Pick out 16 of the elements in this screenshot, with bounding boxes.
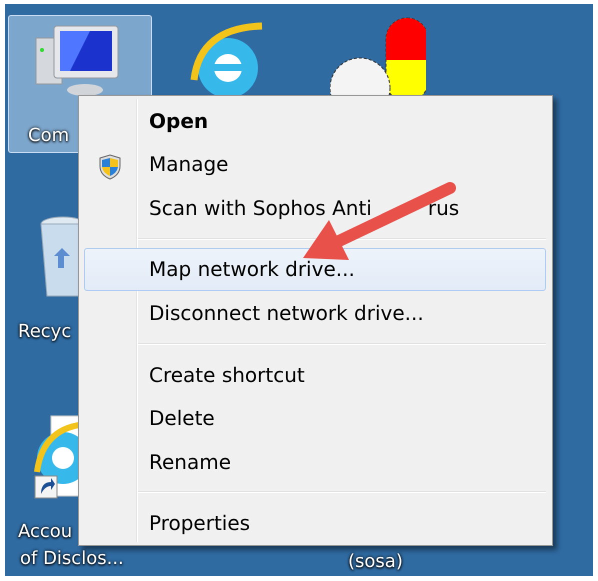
- menu-item[interactable]: Disconnect network drive...: [84, 291, 546, 335]
- icon-label: (sosa): [348, 550, 403, 574]
- shield-icon: [99, 154, 121, 180]
- icon-label: Com: [28, 124, 70, 148]
- covered-text: rus: [428, 196, 460, 220]
- menu-item[interactable]: Delete: [84, 396, 546, 440]
- menu-item[interactable]: Properties: [84, 501, 546, 545]
- icon-label: Recyc: [18, 320, 72, 344]
- menu-item[interactable]: Map network drive...: [84, 248, 546, 292]
- icon-label: of Disclos...: [20, 547, 124, 571]
- icon-label: Accou: [18, 520, 72, 544]
- menu-item[interactable]: Rename: [84, 440, 546, 484]
- menu-item[interactable]: Manage: [84, 142, 546, 186]
- menu-item[interactable]: Create shortcut: [84, 352, 546, 396]
- menu-item[interactable]: Scan with Sophos Anti rus: [84, 186, 546, 230]
- menu-item[interactable]: Open: [84, 99, 546, 143]
